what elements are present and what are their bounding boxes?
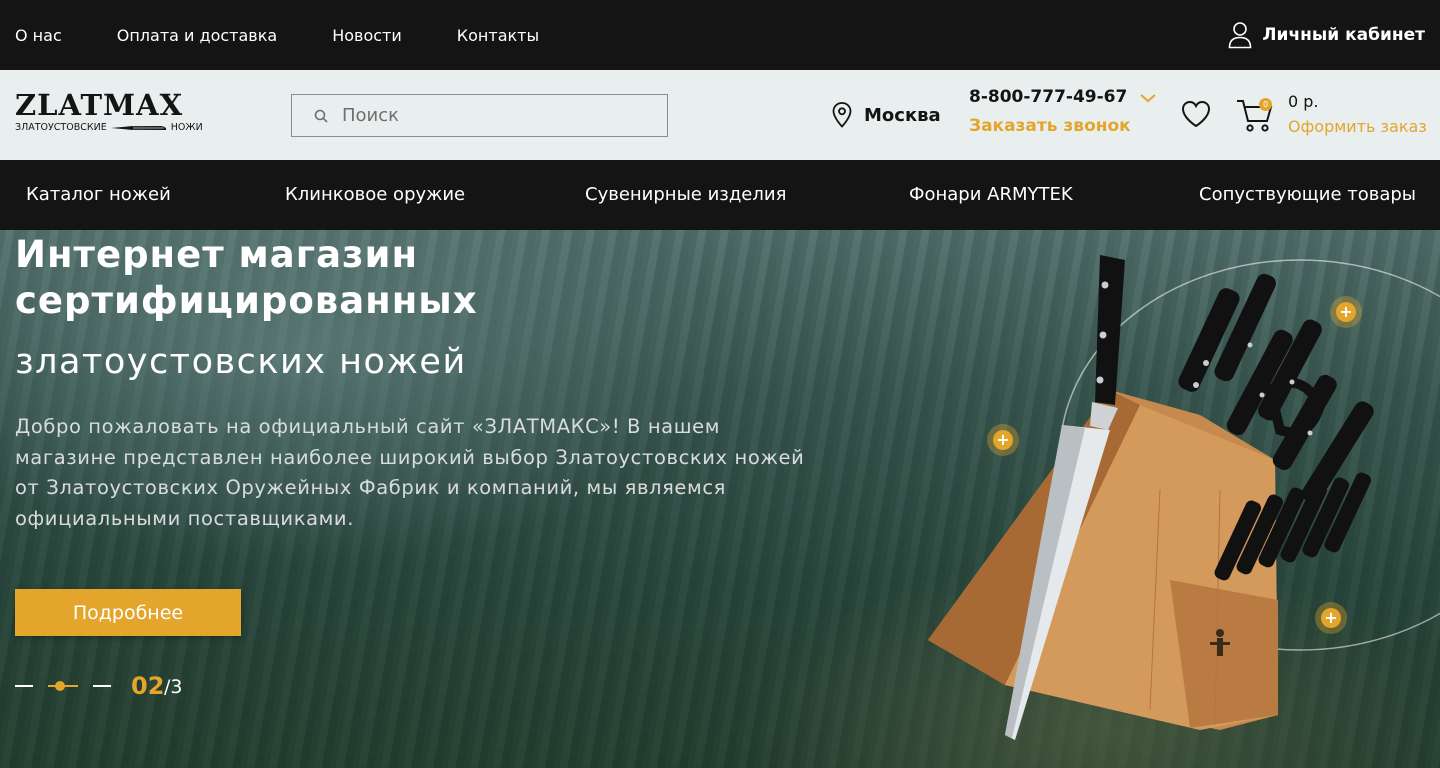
hero-subtitle: златоустовских ножей bbox=[15, 342, 467, 382]
hero-description: Добро пожаловать на официальный сайт «ЗЛ… bbox=[15, 415, 805, 530]
hero-title-line1: Интернет магазин bbox=[15, 233, 419, 276]
hotspot-plus-icon-2[interactable]: + bbox=[987, 424, 1019, 456]
nav-bladed-weapons[interactable]: Клинковое оружие bbox=[285, 160, 465, 230]
location-pin-icon bbox=[832, 102, 852, 128]
cart-total: 0 р. bbox=[1288, 92, 1319, 111]
hero-title: Интернет магазин сертифицированных bbox=[15, 232, 478, 324]
personal-cabinet-label: Личный кабинет bbox=[1262, 25, 1425, 45]
header: ZLATMAX ЗЛАТОУСТОВСКИЕ НОЖИ Москва 8-800… bbox=[0, 70, 1440, 160]
slider-pagination: 02 /3 bbox=[15, 670, 235, 700]
main-nav: Каталог ножей Клинковое оружие Сувенирны… bbox=[0, 160, 1440, 230]
personal-cabinet-link[interactable]: Личный кабинет bbox=[1228, 0, 1425, 70]
cart-button[interactable]: 0 bbox=[1236, 96, 1274, 134]
top-nav: О нас Оплата и доставка Новости Контакты bbox=[15, 0, 594, 70]
phone-number[interactable]: 8-800-777-49-67 bbox=[969, 87, 1127, 107]
plus-icon: + bbox=[996, 430, 1010, 449]
slide-1-indicator[interactable] bbox=[15, 685, 33, 687]
request-callback-link[interactable]: Заказать звонок bbox=[969, 116, 1131, 136]
logo-subtitle: ЗЛАТОУСТОВСКИЕ НОЖИ bbox=[15, 122, 205, 133]
nav-armytek-flashlights[interactable]: Фонари ARMYTEK bbox=[909, 160, 1073, 230]
logo[interactable]: ZLATMAX ЗЛАТОУСТОВСКИЕ НОЖИ bbox=[15, 90, 205, 140]
top-nav-contacts[interactable]: Контакты bbox=[457, 26, 539, 45]
hero-title-line2: сертифицированных bbox=[15, 279, 478, 322]
hero-slider: Интернет магазин сертифицированных злато… bbox=[0, 230, 1440, 768]
knife-logo-icon bbox=[110, 125, 166, 130]
slide-current-number: 02 bbox=[131, 672, 165, 700]
top-nav-news[interactable]: Новости bbox=[332, 26, 402, 45]
active-slide-dot bbox=[55, 681, 65, 691]
top-bar: О нас Оплата и доставка Новости Контакты… bbox=[0, 0, 1440, 70]
city-selector[interactable]: Москва bbox=[832, 70, 941, 160]
hotspot-plus-icon-1[interactable]: + bbox=[1330, 296, 1362, 328]
top-nav-payment-delivery[interactable]: Оплата и доставка bbox=[117, 26, 277, 45]
cart-count-badge: 0 bbox=[1259, 98, 1272, 111]
nav-knife-catalog[interactable]: Каталог ножей bbox=[26, 160, 171, 230]
checkout-link[interactable]: Оформить заказ bbox=[1288, 117, 1427, 136]
user-icon bbox=[1229, 22, 1252, 49]
logo-word: ZLATMAX bbox=[15, 88, 184, 122]
logo-sub-right: НОЖИ bbox=[170, 122, 203, 133]
top-nav-about[interactable]: О нас bbox=[15, 26, 62, 45]
hotspot-plus-icon-3[interactable]: + bbox=[1315, 602, 1347, 634]
nav-souvenirs[interactable]: Сувенирные изделия bbox=[585, 160, 786, 230]
search-box bbox=[291, 94, 668, 137]
plus-icon: + bbox=[1339, 302, 1353, 321]
heart-icon[interactable] bbox=[1180, 98, 1212, 130]
search-icon bbox=[314, 109, 328, 123]
nav-related-goods[interactable]: Сопуствующие товары bbox=[1199, 160, 1416, 230]
plus-icon: + bbox=[1324, 608, 1338, 627]
search-input[interactable] bbox=[342, 105, 642, 126]
logo-sub-left: ЗЛАТОУСТОВСКИЕ bbox=[15, 122, 107, 133]
more-button[interactable]: Подробнее bbox=[15, 589, 241, 636]
city-label: Москва bbox=[864, 104, 941, 126]
chevron-down-icon[interactable] bbox=[1139, 92, 1157, 104]
slide-total-number: /3 bbox=[164, 676, 183, 698]
slide-3-indicator[interactable] bbox=[93, 685, 111, 687]
